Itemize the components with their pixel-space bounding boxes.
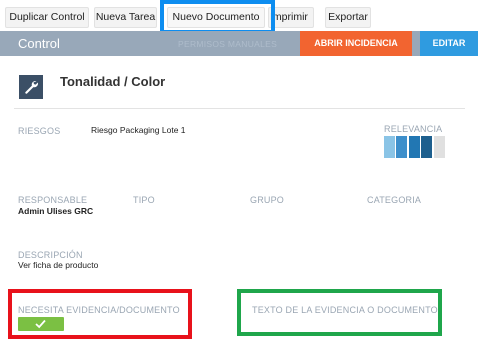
title-divider bbox=[14, 108, 465, 109]
new-task-button[interactable]: Nueva Tarea bbox=[94, 7, 157, 28]
relevance-bar bbox=[408, 136, 420, 158]
relevance-bar bbox=[421, 136, 433, 158]
toolbar: Duplicar Control Nueva Tarea Nuevo Docum… bbox=[0, 0, 478, 31]
evidence-required-checkbox[interactable] bbox=[18, 317, 64, 331]
export-button[interactable]: Exportar bbox=[325, 7, 371, 28]
print-button[interactable]: Imprimir bbox=[268, 7, 314, 28]
relevance-meter bbox=[384, 136, 446, 158]
grupo-label: GRUPO bbox=[250, 195, 285, 205]
edit-button[interactable]: EDITAR bbox=[420, 31, 478, 56]
descripcion-value: Ver ficha de producto bbox=[18, 260, 99, 270]
wrench-icon bbox=[19, 75, 43, 99]
riesgos-value: Riesgo Packaging Lote 1 bbox=[91, 125, 186, 135]
riesgos-label: RIESGOS bbox=[18, 126, 61, 136]
control-title: Tonalidad / Color bbox=[60, 74, 166, 89]
relevance-bar bbox=[384, 136, 395, 158]
responsable-label: RESPONSABLE bbox=[18, 195, 88, 205]
duplicate-control-button[interactable]: Duplicar Control bbox=[5, 7, 89, 28]
tipo-label: TIPO bbox=[133, 195, 155, 205]
check-icon bbox=[35, 319, 46, 329]
evidencia-label: NECESITA EVIDENCIA/DOCUMENTO bbox=[18, 305, 180, 315]
relevance-bar bbox=[396, 136, 408, 158]
new-document-button[interactable]: Nuevo Documento bbox=[167, 7, 265, 28]
responsable-value: Admin Ulises GRC bbox=[18, 206, 94, 216]
open-incident-button[interactable]: ABRIR INCIDENCIA bbox=[300, 31, 412, 56]
descripcion-label: DESCRIPCIÓN bbox=[18, 250, 83, 260]
texto-evidencia-label: TEXTO DE LA EVIDENCIA O DOCUMENTO bbox=[252, 305, 438, 315]
relevancia-label: RELEVANCIA bbox=[384, 124, 443, 134]
header-title: Control bbox=[18, 36, 60, 51]
relevance-bar bbox=[433, 136, 445, 158]
categoria-label: CATEGORIA bbox=[367, 195, 422, 205]
permisos-manuales-text: PERMISOS MANUALES bbox=[178, 39, 278, 49]
